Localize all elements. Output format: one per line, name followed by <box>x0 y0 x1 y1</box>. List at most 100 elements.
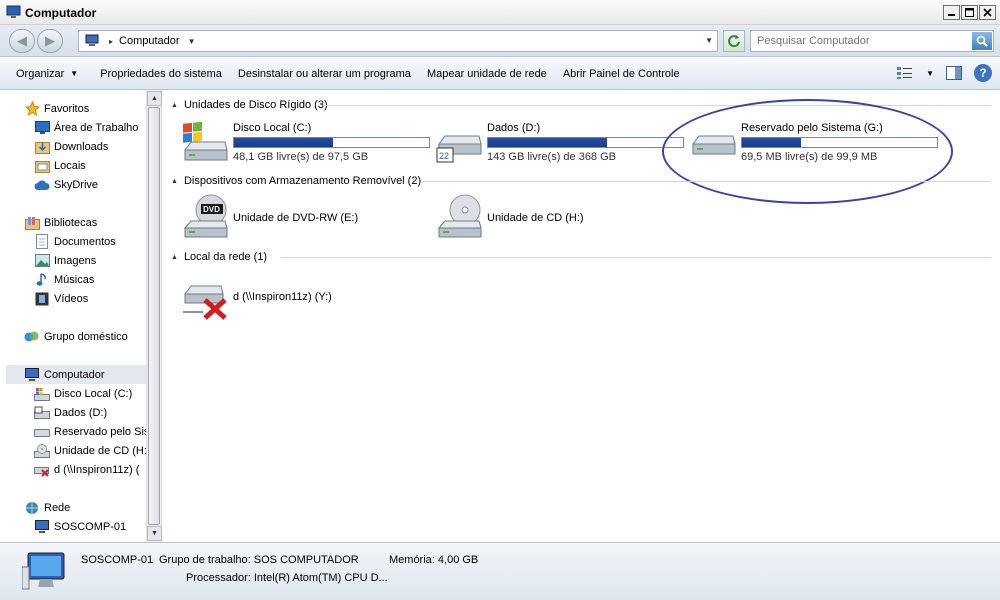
open-control-panel-button[interactable]: Abrir Painel de Controle <box>555 63 688 85</box>
workgroup: Grupo de trabalho: SOS COMPUTADOR <box>159 554 359 566</box>
search-box[interactable] <box>750 30 994 52</box>
minimize-button[interactable] <box>943 5 960 20</box>
refresh-button[interactable] <box>723 30 745 52</box>
free-space: 69,5 MB livre(s) de 99,9 MB <box>741 151 878 163</box>
computer-icon <box>24 367 40 383</box>
chevron-right-icon[interactable]: ▸ <box>109 37 113 46</box>
nav-music[interactable]: Músicas <box>34 270 94 289</box>
nav-computer[interactable]: Computador <box>6 365 146 384</box>
nav-network[interactable]: Rede <box>24 498 70 517</box>
nav-drive-y[interactable]: d (\\Inspiron11z) ( <box>34 460 146 479</box>
document-icon <box>34 234 50 250</box>
cd-drive-icon <box>437 194 482 238</box>
nav-desktop[interactable]: Área de Trabalho <box>34 118 138 137</box>
drive-h[interactable]: Unidade de CD (H:) <box>435 194 584 242</box>
map-network-drive-button[interactable]: Mapear unidade de rede <box>419 63 555 85</box>
scroll-up-button[interactable]: ▲ <box>147 91 162 106</box>
maximize-button[interactable] <box>961 5 978 20</box>
nav-skydrive[interactable]: SkyDrive <box>34 175 98 194</box>
memory: Memória: 4,00 GB <box>389 554 479 566</box>
group-title: Local da rede (1) <box>183 251 268 263</box>
breadcrumb[interactable]: Computador <box>119 35 180 47</box>
nav-documents[interactable]: Documentos <box>34 232 116 251</box>
group-title: Unidades de Disco Rígido (3) <box>183 99 328 111</box>
drive-name: Dados (D:) <box>487 122 541 134</box>
uninstall-program-button[interactable]: Desinstalar ou alterar um programa <box>230 63 419 85</box>
nav-drive-c[interactable]: Disco Local (C:) <box>34 384 146 403</box>
nav-label: Rede <box>44 501 71 514</box>
address-field[interactable]: ▸ Computador ▼ ▼ <box>78 30 718 52</box>
drive-c[interactable]: Disco Local (C:) 48,1 GB livre(s) de 97,… <box>181 120 430 168</box>
close-icon <box>983 8 992 17</box>
collapse-triangle-icon[interactable]: ▲ <box>171 254 178 261</box>
drive-name: Unidade de DVD-RW (E:) <box>233 212 359 224</box>
dvd-drive-icon: DVD <box>183 194 228 238</box>
processor: Processador: Intel(R) Atom(TM) CPU D... <box>186 572 388 584</box>
view-dropdown-icon[interactable]: ▼ <box>926 69 934 78</box>
nav-favorites[interactable]: Favoritos <box>24 99 89 118</box>
back-button[interactable]: ◀ <box>9 29 35 53</box>
usage-bar <box>741 137 938 148</box>
command-bar: Organizar ▼ Propriedades do sistema Desi… <box>0 58 1000 90</box>
homegroup-icon <box>24 329 40 345</box>
nav-soscomp[interactable]: SOSCOMP-01 <box>34 517 126 536</box>
star-icon <box>24 101 40 117</box>
drive-icon: 22 <box>436 135 482 163</box>
group-divider <box>281 257 991 258</box>
nav-places[interactable]: Locais <box>34 156 86 175</box>
free-space: 143 GB livre(s) de 368 GB <box>487 151 617 163</box>
nav-label: Vídeos <box>54 292 89 305</box>
details-pane: SOSCOMP-01 Grupo de trabalho: SOS COMPUT… <box>0 542 1000 600</box>
nav-label: Disco Local (C:) <box>54 387 133 400</box>
help-icon[interactable]: ? <box>974 64 992 82</box>
nav-homegroup[interactable]: Grupo doméstico <box>24 327 128 346</box>
chevron-down-icon: ▼ <box>70 69 79 78</box>
nav-libraries[interactable]: Bibliotecas <box>24 213 97 232</box>
group-header-removable[interactable]: ▲ Dispositivos com Armazenamento Removív… <box>171 173 991 189</box>
scroll-down-button[interactable]: ▼ <box>147 526 162 541</box>
windows-drive-icon <box>183 121 228 161</box>
scroll-thumb[interactable] <box>148 107 160 525</box>
address-dropdown-icon[interactable]: ▼ <box>705 36 713 45</box>
maximize-icon <box>965 8 974 17</box>
preview-pane-icon[interactable] <box>946 66 962 80</box>
drive-d[interactable]: 22 Dados (D:) 143 GB livre(s) de 368 GB <box>435 120 684 168</box>
drive-y[interactable]: d (\\Inspiron11z) (Y:) <box>181 274 332 322</box>
group-header-network[interactable]: ▲ Local da rede (1) <box>171 249 991 265</box>
usage-fill <box>234 138 333 147</box>
navigation-scrollbar[interactable]: ▲ ▼ <box>146 90 162 542</box>
drive-g[interactable]: Reservado pelo Sistema (G:) 69,5 MB livr… <box>689 120 938 168</box>
nav-downloads[interactable]: Downloads <box>34 137 108 156</box>
svg-text:DVD: DVD <box>203 205 220 214</box>
search-input[interactable] <box>757 35 962 47</box>
search-button[interactable] <box>972 32 992 50</box>
nav-label: Músicas <box>54 273 95 286</box>
nav-drive-h[interactable]: Unidade de CD (H:) <box>34 441 146 460</box>
picture-icon <box>34 253 50 269</box>
nav-label: Documentos <box>54 235 116 248</box>
disconnected-network-drive-icon <box>34 462 50 478</box>
group-title: Dispositivos com Armazenamento Removível… <box>183 175 422 187</box>
close-button[interactable] <box>979 5 996 20</box>
collapse-triangle-icon[interactable]: ▲ <box>171 178 178 185</box>
nav-drive-d[interactable]: Dados (D:) <box>34 403 146 422</box>
collapse-triangle-icon[interactable]: ▲ <box>171 102 178 109</box>
computer-icon <box>34 519 50 535</box>
view-options-icon[interactable] <box>896 66 914 80</box>
nav-label: Favoritos <box>44 102 90 115</box>
cloud-icon <box>34 177 50 193</box>
title-bar: Computador <box>0 0 1000 25</box>
nav-drive-g[interactable]: Reservado pelo Sis <box>34 422 146 441</box>
refresh-icon <box>728 35 740 48</box>
nav-pictures[interactable]: Imagens <box>34 251 96 270</box>
nav-videos[interactable]: Vídeos <box>34 289 88 308</box>
drive-name: Disco Local (C:) <box>233 122 312 134</box>
film-icon <box>34 291 50 307</box>
chevron-down-icon[interactable]: ▼ <box>188 37 196 46</box>
system-properties-button[interactable]: Propriedades do sistema <box>92 63 230 85</box>
forward-button[interactable]: ▶ <box>37 29 63 53</box>
drive-e[interactable]: DVD Unidade de DVD-RW (E:) <box>181 194 358 242</box>
organize-button[interactable]: Organizar ▼ <box>0 63 86 85</box>
group-header-hard-disks[interactable]: ▲ Unidades de Disco Rígido (3) <box>171 97 991 113</box>
drive-name: Unidade de CD (H:) <box>487 212 584 224</box>
